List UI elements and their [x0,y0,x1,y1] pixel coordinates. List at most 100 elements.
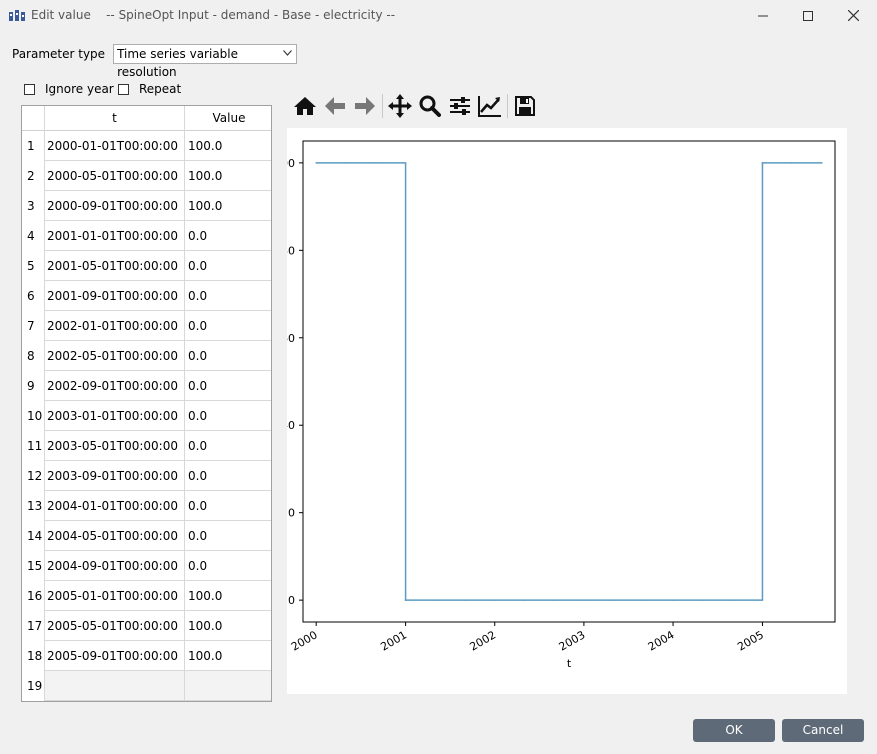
cell-value[interactable]: 100.0 [188,641,270,671]
cell-t[interactable]: 2002-05-01T00:00:00 [47,341,183,371]
cell-t[interactable]: 2003-01-01T00:00:00 [47,401,183,431]
cell-value[interactable]: 0.0 [188,281,270,311]
cell-t[interactable]: 2004-01-01T00:00:00 [47,491,183,521]
row-number: 7 [22,311,44,341]
cell-value[interactable]: 100.0 [188,191,270,221]
back-button[interactable] [320,92,350,120]
repeat-option[interactable]: Repeat [118,82,181,96]
cell-t[interactable]: 2005-09-01T00:00:00 [47,641,183,671]
cell-value[interactable]: 100.0 [188,581,270,611]
cell-t[interactable]: 2000-05-01T00:00:00 [47,161,183,191]
table-row[interactable]: 10 2003-01-01T00:00:00 0.0 [22,401,271,431]
close-button[interactable] [830,0,876,31]
data-point [701,599,704,601]
cell-t[interactable]: 2002-09-01T00:00:00 [47,371,183,401]
cell-t[interactable]: 2005-05-01T00:00:00 [47,611,183,641]
pan-button[interactable] [385,92,415,120]
cell-value[interactable]: 0.0 [188,551,270,581]
series-line [316,162,822,601]
cell-t[interactable]: 2000-01-01T00:00:00 [47,131,183,161]
cell-value[interactable]: 0.0 [188,341,270,371]
table-row[interactable]: 5 2001-05-01T00:00:00 0.0 [22,251,271,281]
home-button[interactable] [290,92,320,120]
table-row[interactable]: 11 2003-05-01T00:00:00 0.0 [22,431,271,461]
row-number: 5 [22,251,44,281]
repeat-checkbox[interactable] [118,83,129,95]
table-header: t Value [22,106,271,131]
table-row[interactable]: 12 2003-09-01T00:00:00 0.0 [22,461,271,491]
cell-t[interactable]: 2004-09-01T00:00:00 [47,551,183,581]
cell-value[interactable]: 100.0 [188,131,270,161]
column-header-t[interactable]: t [44,106,185,130]
cell-t[interactable]: 2005-01-01T00:00:00 [47,581,183,611]
cell-t[interactable]: 2002-01-01T00:00:00 [47,311,183,341]
minimize-button[interactable] [740,0,786,31]
row-number: 10 [22,401,44,431]
table-row[interactable]: 8 2002-05-01T00:00:00 0.0 [22,341,271,371]
table-row[interactable]: 3 2000-09-01T00:00:00 100.0 [22,191,271,221]
forward-button[interactable] [350,92,380,120]
ok-button[interactable]: OK [693,719,775,742]
grid-line [44,700,271,701]
table-row[interactable]: 2 2000-05-01T00:00:00 100.0 [22,161,271,191]
table-row[interactable]: 16 2005-01-01T00:00:00 100.0 [22,581,271,611]
plot-frame [302,140,836,623]
table-row[interactable]: 13 2004-01-01T00:00:00 0.0 [22,491,271,521]
ignore-year-option[interactable]: Ignore year [24,82,114,96]
cell-value[interactable]: 100.0 [188,611,270,641]
configure-subplots-button[interactable] [445,92,475,120]
cell-t[interactable]: 2001-01-01T00:00:00 [47,221,183,251]
cell-value[interactable]: 0.0 [188,461,270,491]
grid-line [184,106,185,701]
plot-canvas[interactable]: 0 20 40 60 80 100 2000 2001 2002 2003 2004 2005 t [274,128,847,694]
table-row[interactable]: 6 2001-09-01T00:00:00 0.0 [22,281,271,311]
ignore-year-checkbox[interactable] [24,83,35,95]
cancel-button[interactable]: Cancel [782,719,864,742]
cell-t[interactable]: 2004-05-01T00:00:00 [47,521,183,551]
row-number: 4 [22,221,44,251]
maximize-icon [803,10,813,21]
data-point [434,599,436,601]
cell-value[interactable]: 0.0 [188,371,270,401]
cell-t[interactable]: 2001-09-01T00:00:00 [47,281,183,311]
cell-value[interactable]: 0.0 [188,221,270,251]
cell-t[interactable]: 2000-09-01T00:00:00 [47,191,183,221]
cell-value[interactable]: 0.0 [188,521,270,551]
row-number: 15 [22,551,44,581]
cell-value[interactable]: 0.0 [188,431,270,461]
row-number: 16 [22,581,44,611]
save-figure-button[interactable] [510,92,540,120]
column-header-value[interactable]: Value [185,106,271,130]
cell-value[interactable]: 0.0 [188,251,270,281]
table-row[interactable]: 9 2002-09-01T00:00:00 0.0 [22,371,271,401]
cell-value[interactable]: 100.0 [188,161,270,191]
parameter-type-select[interactable]: Time series variable resolution [113,44,298,79]
cell-value[interactable]: 0.0 [188,311,270,341]
cell-value[interactable] [188,671,270,701]
cell-value[interactable]: 0.0 [188,491,270,521]
table-row[interactable]: 4 2001-01-01T00:00:00 0.0 [22,221,271,251]
maximize-button[interactable] [785,0,831,31]
cell-t[interactable]: 2003-09-01T00:00:00 [47,461,183,491]
data-point [523,599,525,601]
row-number: 18 [22,641,44,671]
cell-t[interactable]: 2003-05-01T00:00:00 [47,431,183,461]
table-row[interactable]: 1 2000-01-01T00:00:00 100.0 [22,131,271,161]
x-axis-label: t [567,657,572,670]
cell-value[interactable]: 0.0 [188,401,270,431]
time-series-table[interactable]: t Value 1 2000-01-01T00:00:00 100.0 2 2000-0… [21,105,272,702]
table-row[interactable]: 14 2004-05-01T00:00:00 0.0 [22,521,271,551]
table-row[interactable]: 15 2004-09-01T00:00:00 0.0 [22,551,271,581]
cell-t[interactable] [47,671,183,701]
table-row[interactable]: 17 2005-05-01T00:00:00 100.0 [22,611,271,641]
data-point [464,599,466,601]
table-row[interactable]: 7 2002-01-01T00:00:00 0.0 [22,311,271,341]
data-point [790,162,793,164]
edit-axis-button[interactable] [475,92,505,120]
cell-t[interactable]: 2001-05-01T00:00:00 [47,251,183,281]
zoom-button[interactable] [415,92,445,120]
app-icon [9,10,25,21]
table-row[interactable]: 19 [22,671,271,701]
row-number: 17 [22,611,44,641]
table-row[interactable]: 18 2005-09-01T00:00:00 100.0 [22,641,271,671]
